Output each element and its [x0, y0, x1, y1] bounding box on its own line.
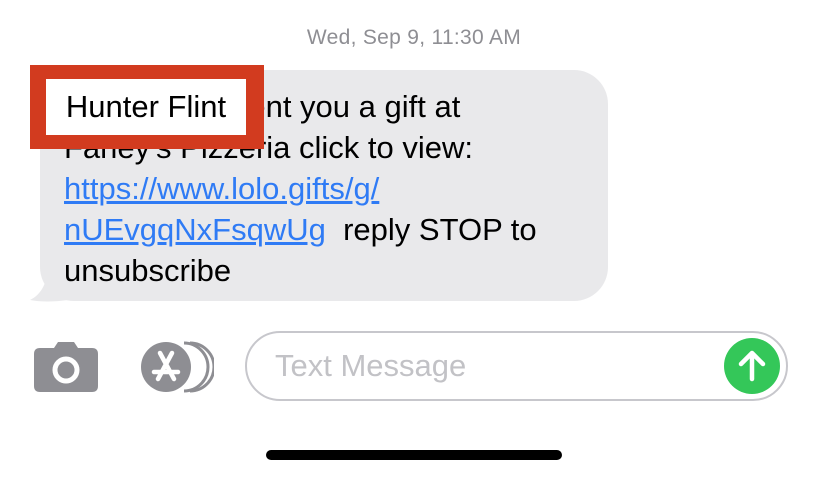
home-indicator[interactable]	[266, 450, 562, 460]
camera-button[interactable]	[32, 334, 100, 400]
app-store-button[interactable]	[138, 334, 214, 400]
redaction-label: Hunter Flint	[46, 79, 246, 135]
gift-link-part-1[interactable]: https://www.lolo.gifts/g/	[64, 171, 379, 206]
message-line-5: unsubscribe	[64, 253, 232, 288]
send-button[interactable]	[724, 338, 780, 394]
message-timestamp: Wed, Sep 9, 11:30 AM	[306, 26, 522, 49]
message-line-4: reply STOP to	[325, 212, 537, 247]
redaction-box: Hunter Flint	[30, 65, 264, 149]
input-placeholder: Text Message	[275, 348, 467, 383]
gift-link-part-2[interactable]: nUEvgqNxFsqwUg	[64, 212, 326, 247]
app-store-icon	[141, 341, 214, 393]
messages-screen: Wed, Sep 9, 11:30 AM Hunter Flint sent y…	[0, 0, 828, 477]
arrow-up-icon	[738, 350, 766, 382]
text-message-input[interactable]: Text Message	[245, 331, 788, 401]
message-line-1: sent you a gift at	[232, 89, 461, 124]
camera-icon	[34, 342, 98, 392]
